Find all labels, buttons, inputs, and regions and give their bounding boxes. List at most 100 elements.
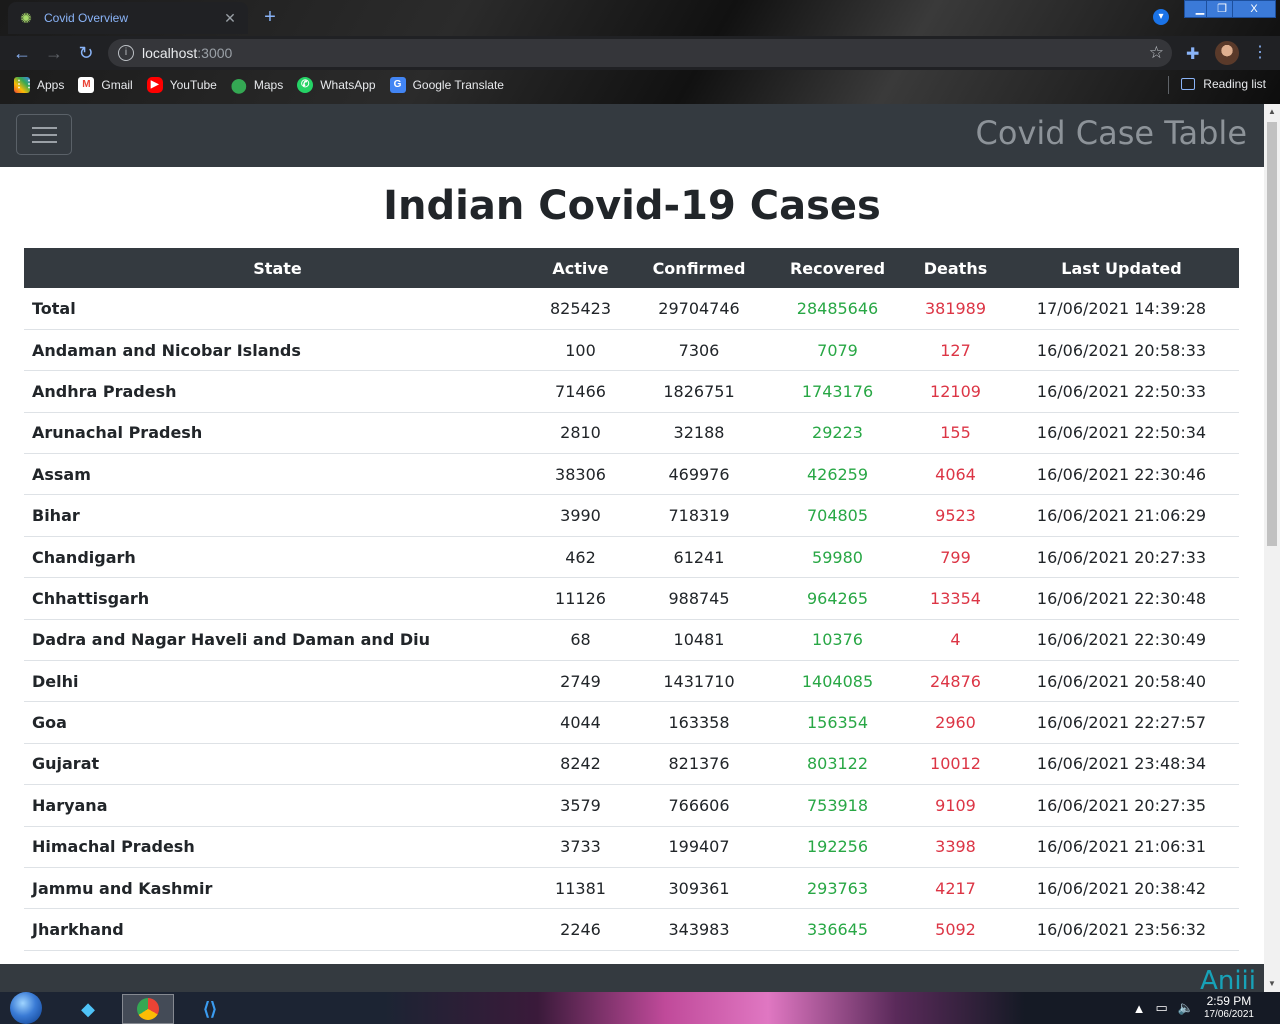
cell-active: 68	[531, 619, 630, 662]
new-tab-icon[interactable]: +	[258, 6, 282, 30]
cell-recovered: 293763	[768, 867, 907, 910]
table-row: Assam 38306 469976 426259 4064 16/06/2021 22:…	[24, 453, 1239, 496]
scroll-up-arrow-icon[interactable]: ▲	[1264, 104, 1280, 120]
cell-active: 462	[531, 536, 630, 579]
bookmark-maps[interactable]: ⬤ Maps	[231, 77, 283, 93]
column-header-recovered: Recovered	[768, 248, 907, 288]
extensions-puzzle-icon[interactable]: ✚	[1186, 44, 1199, 64]
cell-last-updated: 16/06/2021 23:48:34	[1004, 743, 1239, 786]
bookmarks-bar: ⋮⋮ Apps M Gmail ▶ YouTube ⬤ Maps ✆ Whats…	[0, 70, 1280, 100]
page-scrollbar[interactable]: ▲ ▼	[1264, 104, 1280, 992]
site-info-icon[interactable]: i	[118, 45, 134, 61]
scroll-down-arrow-icon[interactable]: ▼	[1264, 976, 1280, 992]
cell-last-updated: 16/06/2021 21:06:29	[1004, 494, 1239, 537]
address-port: :3000	[197, 45, 233, 61]
footer-signature: Aniii	[1200, 966, 1256, 992]
browser-tab[interactable]: ✺ Covid Overview ✕	[8, 2, 248, 34]
cell-last-updated: 16/06/2021 23:56:32	[1004, 908, 1239, 951]
cell-state: Andhra Pradesh	[24, 370, 531, 413]
chrome-update-icon[interactable]: ▾	[1153, 9, 1169, 25]
cell-confirmed: 199407	[630, 826, 768, 868]
cell-active: 3733	[531, 826, 630, 868]
cell-last-updated: 16/06/2021 22:30:48	[1004, 577, 1239, 620]
column-header-confirmed: Confirmed	[630, 248, 768, 288]
cell-active: 11381	[531, 867, 630, 910]
chrome-taskbar-icon[interactable]	[122, 994, 174, 1024]
sketch-diamond-icon[interactable]: ◆	[62, 994, 114, 1024]
cell-recovered: 426259	[768, 453, 907, 496]
start-button[interactable]	[6, 992, 46, 1024]
cell-recovered: 803122	[768, 743, 907, 786]
cell-active: 3990	[531, 494, 630, 537]
browser-toolbar: ← → ↻ i localhost :3000 ☆ ✚ ⋮	[0, 36, 1280, 70]
volume-icon[interactable]: 🔈	[1178, 1000, 1194, 1016]
cell-state: Gujarat	[24, 743, 531, 786]
forward-arrow-icon[interactable]: →	[42, 42, 66, 66]
cell-active: 825423	[531, 288, 630, 330]
cell-active: 2749	[531, 660, 630, 703]
bookmark-label: YouTube	[169, 78, 217, 92]
whatsapp-icon: ✆	[297, 77, 314, 93]
hamburger-line	[32, 134, 57, 136]
vscode-taskbar-icon[interactable]: ⟨⟩	[184, 994, 236, 1024]
column-header-state: State	[24, 248, 531, 288]
navbar-brand[interactable]: Covid Case Table	[976, 114, 1247, 152]
address-bar[interactable]: i localhost :3000 ☆	[108, 39, 1172, 67]
tab-strip: ✺ Covid Overview ✕ + ▾ ▁ ❐ X	[0, 0, 1280, 36]
cell-state: Chhattisgarh	[24, 577, 531, 620]
reload-icon[interactable]: ↻	[74, 42, 98, 66]
scrollbar-thumb[interactable]	[1267, 122, 1277, 546]
youtube-icon: ▶	[146, 77, 163, 93]
system-tray: ▲ ▭ 🔈 2:59 PM 17/06/2021	[1133, 992, 1280, 1024]
cell-deaths: 9109	[907, 784, 1004, 827]
cell-confirmed: 821376	[630, 743, 768, 786]
cell-recovered: 10376	[768, 619, 907, 662]
cell-active: 11126	[531, 577, 630, 620]
page-viewport: Covid Case Table Indian Covid-19 Cases S…	[0, 104, 1264, 992]
taskbar-clock[interactable]: 2:59 PM 17/06/2021	[1204, 995, 1254, 1021]
address-host: localhost	[142, 45, 198, 61]
network-icon[interactable]: ▭	[1155, 1000, 1167, 1016]
close-tab-icon[interactable]: ✕	[222, 10, 238, 27]
bookmark-whatsapp[interactable]: ✆ WhatsApp	[297, 77, 376, 93]
page-title: Indian Covid-19 Cases	[383, 183, 881, 229]
cell-state: Jammu and Kashmir	[24, 867, 531, 910]
cell-confirmed: 718319	[630, 494, 768, 537]
table-row: Andhra Pradesh 71466 1826751 1743176 12109 16…	[24, 370, 1239, 413]
bookmark-star-icon[interactable]: ☆	[1149, 43, 1164, 63]
cell-confirmed: 766606	[630, 784, 768, 827]
cell-recovered: 704805	[768, 494, 907, 537]
cell-recovered: 29223	[768, 412, 907, 455]
cell-deaths: 5092	[907, 908, 1004, 951]
cell-confirmed: 309361	[630, 867, 768, 910]
hamburger-menu-button[interactable]	[16, 114, 72, 155]
cell-deaths: 24876	[907, 660, 1004, 703]
cell-state: Chandigarh	[24, 536, 531, 579]
reading-list-button[interactable]: Reading list	[1181, 77, 1266, 91]
hamburger-line	[32, 127, 57, 129]
cell-state: Dadra and Nagar Haveli and Daman and Diu	[24, 619, 531, 662]
browser-chrome: ✺ Covid Overview ✕ + ▾ ▁ ❐ X ← → ↻ i loc…	[0, 0, 1280, 104]
back-arrow-icon[interactable]: ←	[10, 42, 34, 66]
cell-deaths: 381989	[907, 288, 1004, 330]
tray-expand-icon[interactable]: ▲	[1133, 1001, 1146, 1016]
cell-last-updated: 16/06/2021 21:06:31	[1004, 826, 1239, 868]
column-header-active: Active	[531, 248, 630, 288]
reading-list-label: Reading list	[1203, 77, 1266, 91]
profile-avatar[interactable]	[1215, 41, 1239, 65]
bookmark-google-translate[interactable]: G Google Translate	[389, 77, 504, 93]
cell-confirmed: 1431710	[630, 660, 768, 703]
cell-last-updated: 16/06/2021 20:27:35	[1004, 784, 1239, 827]
close-window-icon[interactable]: X	[1232, 0, 1276, 18]
bookmarks-separator	[1168, 76, 1169, 94]
cell-deaths: 127	[907, 329, 1004, 372]
cell-last-updated: 16/06/2021 22:50:33	[1004, 370, 1239, 413]
bookmark-apps[interactable]: ⋮⋮ Apps	[14, 77, 64, 93]
table-row: Jharkhand 2246 343983 336645 5092 16/06/2021 …	[24, 908, 1239, 951]
bookmark-gmail[interactable]: M Gmail	[78, 77, 133, 93]
bookmark-youtube[interactable]: ▶ YouTube	[146, 77, 217, 93]
cell-recovered: 192256	[768, 826, 907, 868]
table-row: Chandigarh 462 61241 59980 799 16/06/2021 20:…	[24, 536, 1239, 579]
cell-active: 100	[531, 329, 630, 372]
chrome-menu-icon[interactable]: ⋮	[1252, 42, 1268, 62]
